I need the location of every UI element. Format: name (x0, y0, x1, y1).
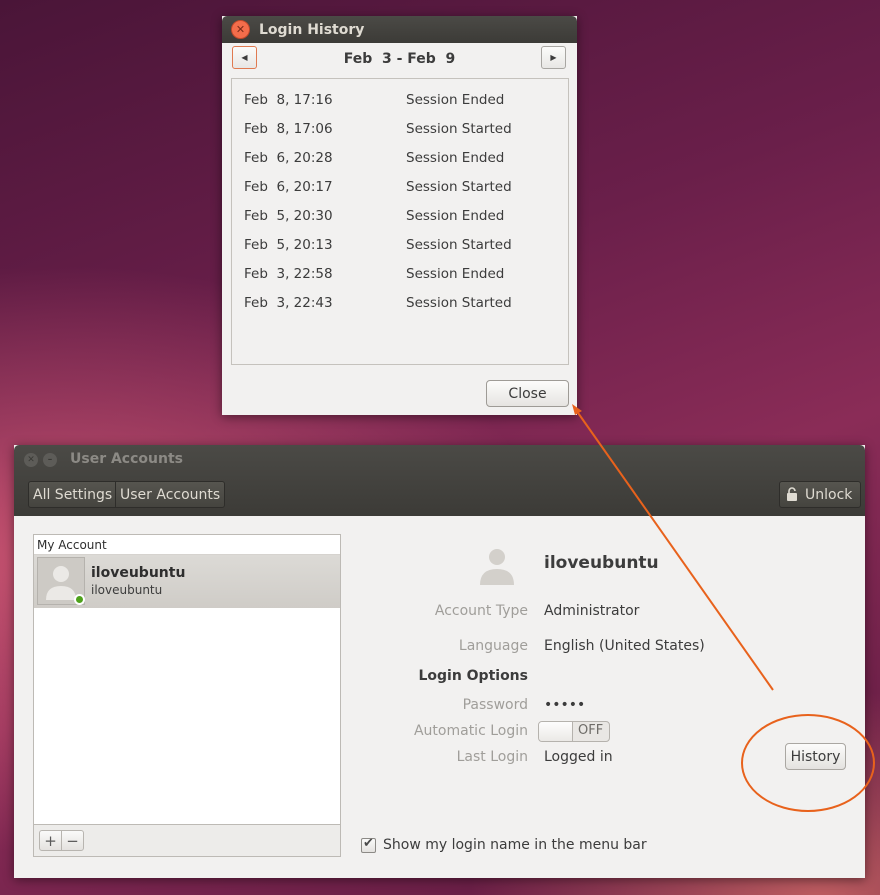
entry-date: Feb 8, 17:06 (244, 120, 333, 137)
list-item: Feb 8, 17:16 Session Ended (232, 85, 568, 114)
language-value[interactable]: English (United States) (544, 638, 705, 654)
close-icon[interactable]: ✕ (231, 20, 250, 39)
account-type-value[interactable]: Administrator (544, 603, 639, 619)
password-value[interactable]: ••••• (544, 697, 585, 713)
entry-event: Session Started (406, 294, 512, 311)
checkbox-checked-icon (361, 836, 376, 853)
user-list[interactable]: My Account iloveubuntu iloveubuntu (33, 534, 341, 825)
login-history-dialog: ✕ Login History ◀ Feb 3 - Feb 9 ▶ Feb 8,… (222, 16, 577, 415)
entry-event: Session Started (406, 236, 512, 253)
last-login-value: Logged in (544, 749, 613, 765)
entry-date: Feb 3, 22:58 (244, 265, 333, 282)
entry-date: Feb 5, 20:13 (244, 236, 333, 253)
plus-icon: + (44, 831, 57, 850)
breadcrumb-user-accounts[interactable]: User Accounts (115, 481, 226, 508)
list-item: Feb 5, 20:13 Session Started (232, 230, 568, 259)
entry-date: Feb 8, 17:16 (244, 91, 333, 108)
user-row[interactable]: iloveubuntu iloveubuntu (34, 555, 340, 608)
breadcrumb-all-settings[interactable]: All Settings (28, 481, 118, 508)
entry-date: Feb 6, 20:17 (244, 178, 333, 195)
entry-date: Feb 6, 20:28 (244, 149, 333, 166)
show-login-name-label: Show my login name in the menu bar (383, 837, 647, 853)
automatic-login-toggle[interactable]: OFF (538, 721, 610, 742)
next-week-button[interactable]: ▶ (541, 46, 566, 69)
entry-event: Session Ended (406, 207, 505, 224)
user-list-toolbar: + − (33, 825, 341, 857)
window-header[interactable]: ✕ – User Accounts All Settings User Acco… (14, 445, 865, 516)
window-close-icon[interactable]: ✕ (24, 453, 38, 467)
entry-event: Session Started (406, 178, 512, 195)
toggle-state: OFF (578, 723, 604, 738)
entry-date: Feb 3, 22:43 (244, 294, 333, 311)
lock-icon (787, 487, 797, 501)
entry-event: Session Ended (406, 149, 505, 166)
list-item: Feb 8, 17:06 Session Started (232, 114, 568, 143)
login-history-list[interactable]: Feb 8, 17:16 Session Ended Feb 8, 17:06 Se… (231, 78, 569, 365)
show-login-name-checkbox[interactable]: Show my login name in the menu bar (361, 836, 647, 853)
unlock-button[interactable]: Unlock (779, 481, 862, 508)
online-status-icon (74, 594, 85, 605)
list-item: Feb 5, 20:30 Session Ended (232, 201, 568, 230)
list-header: My Account (34, 535, 340, 555)
remove-user-button[interactable]: − (61, 830, 84, 851)
login-options-heading: Login Options (418, 668, 528, 684)
account-type-label: Account Type (434, 603, 528, 619)
toggle-knob (539, 722, 573, 741)
window-title: User Accounts (70, 451, 183, 467)
list-item: Feb 6, 20:17 Session Started (232, 172, 568, 201)
list-item: Feb 6, 20:28 Session Ended (232, 143, 568, 172)
entry-event: Session Ended (406, 91, 505, 108)
login-history-titlebar[interactable]: ✕ Login History (222, 16, 577, 43)
date-range-label: Feb 3 - Feb 9 (343, 51, 456, 67)
automatic-login-label: Automatic Login (413, 723, 528, 739)
minus-icon: − (66, 831, 79, 850)
language-label: Language (458, 638, 528, 654)
dialog-title: Login History (259, 21, 365, 38)
account-name[interactable]: iloveubuntu (544, 553, 659, 573)
last-login-label: Last Login (456, 749, 528, 765)
user-accounts-window: ✕ – User Accounts All Settings User Acco… (14, 445, 865, 878)
close-button[interactable]: Close (486, 380, 569, 407)
user-display-name: iloveubuntu (91, 565, 186, 581)
password-label: Password (462, 697, 528, 713)
user-login-name: iloveubuntu (91, 583, 163, 597)
list-item: Feb 3, 22:43 Session Started (232, 288, 568, 317)
history-button[interactable]: History (785, 743, 846, 770)
triangle-right-icon: ▶ (550, 53, 557, 62)
unlock-label: Unlock (805, 486, 853, 503)
user-silhouette-icon[interactable] (476, 544, 518, 586)
entry-event: Session Started (406, 120, 512, 137)
entry-date: Feb 5, 20:30 (244, 207, 333, 224)
window-minimize-icon[interactable]: – (43, 453, 57, 467)
add-user-button[interactable]: + (39, 830, 62, 851)
entry-event: Session Ended (406, 265, 505, 282)
list-item: Feb 3, 22:58 Session Ended (232, 259, 568, 288)
